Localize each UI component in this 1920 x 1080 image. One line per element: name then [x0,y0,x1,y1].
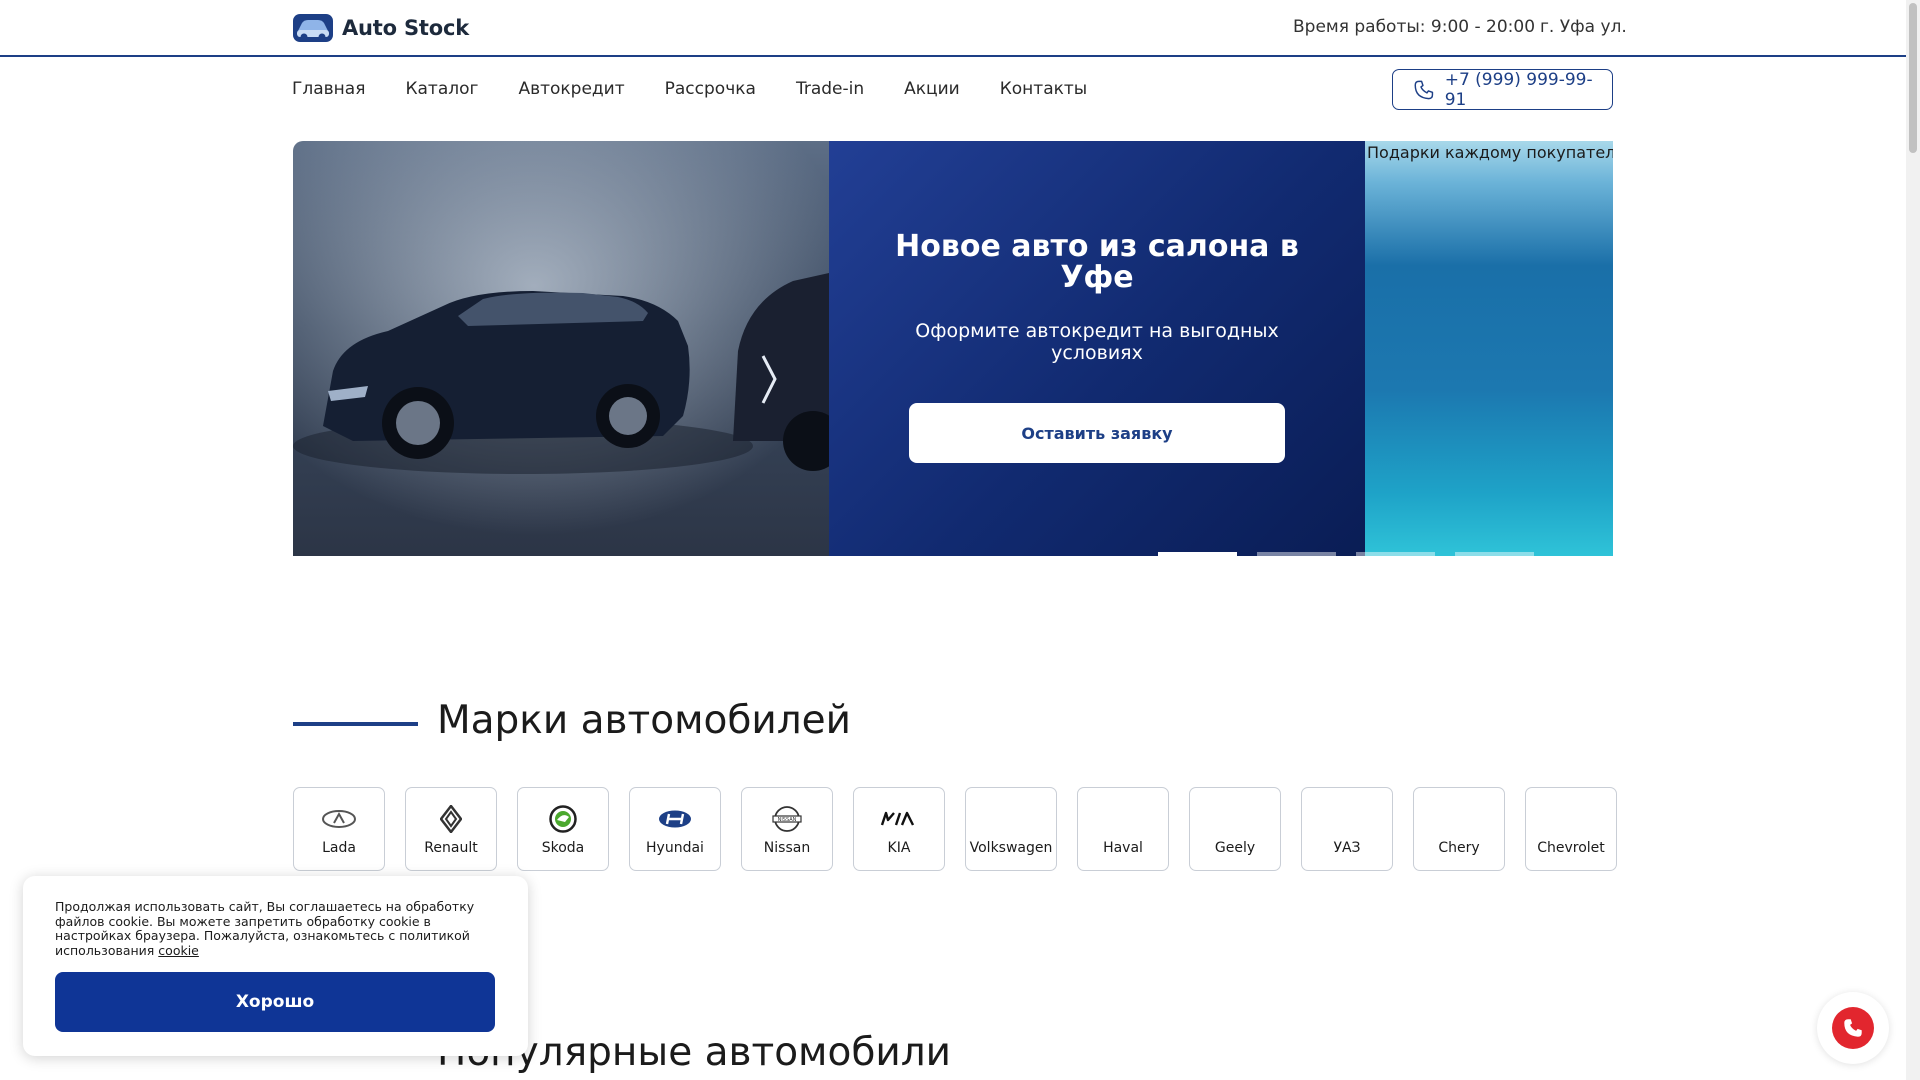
logo-text: Auto Stock [342,15,469,40]
brand-card-volkswagen[interactable]: Volkswagen [965,787,1057,871]
brand-card-renault[interactable]: Renault [405,787,497,871]
brand-name: Chevrolet [1537,840,1605,856]
brand-card-kia[interactable]: KIA [853,787,945,871]
nav-item-autocredit[interactable]: Автокредит [518,79,624,99]
nav-item-catalog[interactable]: Каталог [405,79,478,99]
kia-logo-icon [880,804,918,834]
carousel-dot-1[interactable] [1158,552,1237,556]
hero-subtitle: Оформите автокредит на выгодных условиях [915,320,1279,364]
brands-list: Lada Renault Skoda Hyundai NISSAN Nissan… [293,787,1617,871]
carousel-dot-2[interactable] [1257,552,1336,556]
section-accent-line [293,722,418,726]
brand-card-skoda[interactable]: Skoda [517,787,609,871]
cookie-accept-button[interactable]: Хорошо [55,972,495,1032]
phone-button[interactable]: +7 (999) 999-99-91 [1392,69,1613,110]
brand-card-uaz[interactable]: УАЗ [1301,787,1393,871]
brand-card-chery[interactable]: Chery [1413,787,1505,871]
nav-item-home[interactable]: Главная [292,79,365,99]
svg-text:NISSAN: NISSAN [778,817,797,823]
skoda-logo-icon [549,804,577,834]
car-illustration [293,141,829,556]
brand-name: УАЗ [1333,840,1361,856]
brand-card-nissan[interactable]: NISSAN Nissan [741,787,833,871]
brand-name: Renault [424,840,478,856]
brand-name: Haval [1103,840,1143,856]
brand-name: Lada [322,840,356,856]
hero-car-image [293,141,829,556]
phone-icon [1414,80,1434,99]
brand-name: Volkswagen [969,840,1053,856]
lada-logo-icon [322,804,356,834]
brand-name: Skoda [541,840,585,856]
logo[interactable]: Auto Stock [292,11,469,44]
hero-carousel[interactable]: Новое авто из салона в Уфе Оформите авто… [293,141,1613,556]
carousel-dots [1158,552,1534,556]
renault-logo-icon [440,804,462,834]
cookie-policy-link[interactable]: cookie [158,943,199,958]
page-scrollbar[interactable] [1906,0,1920,1080]
car-logo-icon [293,14,333,42]
phone-icon [1844,1019,1862,1037]
hero-slide-credit: Новое авто из салона в Уфе Оформите авто… [829,141,1365,556]
carousel-dot-4[interactable] [1455,552,1534,556]
carousel-dot-3[interactable] [1356,552,1435,556]
hero-title: Новое авто из салона в Уфе [895,229,1299,295]
brand-card-chevrolet[interactable]: Chevrolet [1525,787,1617,871]
cookie-message: Продолжая использовать сайт, Вы соглашае… [55,899,475,958]
next-slide-label: Подарки каждому покупателю! [1367,143,1613,162]
nav-item-contacts[interactable]: Контакты [1000,79,1088,99]
top-bar: Auto Stock Время работы: 9:00 - 20:00 г.… [0,0,1906,57]
main-nav: Главная Каталог Автокредит Рассрочка Tra… [292,79,1127,99]
leave-request-button[interactable]: Оставить заявку [909,403,1285,463]
brand-name: Geely [1214,840,1256,856]
brand-card-hyundai[interactable]: Hyundai [629,787,721,871]
cookie-text: Продолжая использовать сайт, Вы соглашае… [55,899,505,958]
brand-name: Nissan [763,840,811,856]
working-hours: Время работы: 9:00 - 20:00 [1293,17,1536,37]
hyundai-logo-icon [657,804,693,834]
hero-next-slide[interactable]: Подарки каждому покупателю! [1365,141,1613,556]
brand-name: KIA [887,840,911,856]
brand-card-geely[interactable]: Geely [1189,787,1281,871]
brand-name: Chery [1438,840,1480,856]
brand-card-haval[interactable]: Haval [1077,787,1169,871]
nav-item-promotions[interactable]: Акции [904,79,960,99]
nav-item-installment[interactable]: Рассрочка [665,79,756,99]
cookie-banner: Продолжая использовать сайт, Вы соглашае… [23,876,528,1056]
call-button[interactable] [1832,1007,1874,1049]
city-address: г. Уфа ул. [1540,17,1627,37]
nav-item-trade-in[interactable]: Trade-in [796,79,864,99]
nissan-logo-icon: NISSAN [771,804,803,834]
brand-name: Hyundai [646,840,704,856]
phone-number: +7 (999) 999-99-91 [1444,69,1593,110]
brands-section-title: Марки автомобилей [437,698,852,743]
brand-card-lada[interactable]: Lada [293,787,385,871]
scrollbar-thumb[interactable] [1909,3,1917,153]
